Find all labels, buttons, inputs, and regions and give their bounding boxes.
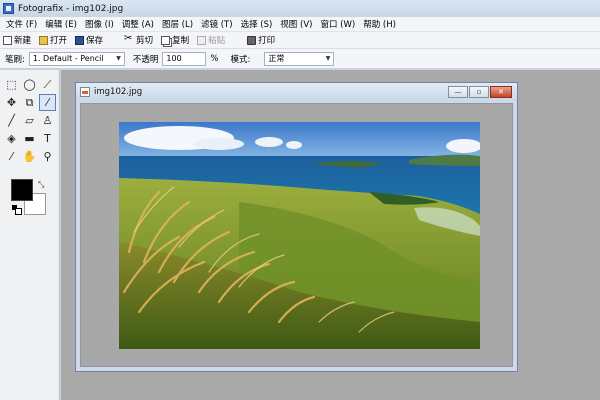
crop-icon: ⧉ <box>25 95 34 109</box>
opacity-value: 100 <box>166 54 182 63</box>
gradient-icon: ▬ <box>24 132 35 145</box>
blend-mode-select[interactable]: 正常 ▼ <box>264 51 335 66</box>
gradient-tool[interactable]: ▬ <box>21 130 38 147</box>
menu-image[interactable]: 图像 (I) <box>81 18 118 30</box>
cut-button[interactable]: 剪切 <box>124 33 154 47</box>
clipboard-icon <box>197 35 207 45</box>
print-button[interactable]: 打印 <box>247 34 275 46</box>
hand-icon: ✋ <box>22 150 37 163</box>
brush-icon: ╱ <box>8 114 15 127</box>
clone-stamp-tool[interactable]: ♙ <box>39 112 56 129</box>
copy-button-label: 复制 <box>172 36 190 46</box>
default-colors-icon[interactable] <box>12 205 22 215</box>
zoom-icon: ⚲ <box>43 150 52 163</box>
maximize-icon: ▫ <box>476 88 482 96</box>
tool-palette: ⬚ ◯ ⟋ ✥ ⧉ ⁄ ╱ ▱ ♙ ◈ ▬ T ⁄ ✋ ⚲ <box>0 70 60 400</box>
chevron-down-icon: ▼ <box>116 55 121 62</box>
blend-mode-value: 正常 <box>268 54 285 63</box>
swap-colors-icon[interactable]: ⤡ <box>38 180 44 190</box>
menu-filter[interactable]: 滤镜 (T) <box>197 18 237 30</box>
new-file-icon <box>3 35 12 45</box>
document-title-bar[interactable]: img102.jpg — ▫ ✕ <box>76 83 517 101</box>
line-tool[interactable]: ⟋ <box>39 76 56 93</box>
menu-window[interactable]: 窗口 (W) <box>316 18 359 30</box>
line-icon: ⟋ <box>43 77 52 91</box>
eyedropper-tool[interactable]: ⁄ <box>3 148 20 165</box>
window-controls: — ▫ ✕ <box>447 86 512 98</box>
menu-adjust[interactable]: 调整 (A) <box>118 18 158 30</box>
paste-button[interactable]: 粘贴 <box>197 34 225 46</box>
print-button-label: 打印 <box>258 36 276 46</box>
app-logo-icon <box>3 3 14 14</box>
printer-icon <box>247 35 257 45</box>
maximize-button[interactable]: ▫ <box>469 86 489 98</box>
rect-select-icon: ⬚ <box>6 78 17 91</box>
image-canvas[interactable] <box>119 122 480 349</box>
magic-wand-tool[interactable]: ⁄ <box>39 94 56 111</box>
ellipse-select-tool[interactable]: ◯ <box>21 76 38 93</box>
app-title: Fotografix - img102.jpg <box>18 3 124 14</box>
menu-select[interactable]: 选择 (S) <box>237 18 277 30</box>
menu-file[interactable]: 文件 (F) <box>2 18 41 30</box>
minimize-icon: — <box>454 88 462 96</box>
save-button-label: 保存 <box>86 36 104 46</box>
menu-layer[interactable]: 图层 (L) <box>158 18 197 30</box>
move-tool[interactable]: ✥ <box>3 94 20 111</box>
brush-select[interactable]: 1. Default - Pencil ▼ <box>28 51 125 66</box>
brush-select-value: 1. Default - Pencil <box>32 54 104 63</box>
opacity-label: 不透明 <box>132 54 159 65</box>
rect-select-tool[interactable]: ⬚ <box>3 76 20 93</box>
crop-tool[interactable]: ⧉ <box>21 94 38 111</box>
open-button[interactable]: 打开 <box>39 34 67 46</box>
zoom-tool[interactable]: ⚲ <box>39 148 56 165</box>
close-icon: ✕ <box>498 88 504 96</box>
landscape-photo <box>119 122 480 349</box>
menu-view[interactable]: 视图 (V) <box>276 18 316 30</box>
tools-grid: ⬚ ◯ ⟋ ✥ ⧉ ⁄ ╱ ▱ ♙ ◈ ▬ T ⁄ ✋ ⚲ <box>3 76 57 166</box>
new-button[interactable]: 新建 <box>3 34 31 46</box>
document-window: img102.jpg — ▫ ✕ <box>75 82 518 372</box>
brush-label: 笔刷: <box>5 54 25 65</box>
copy-icon <box>161 35 171 45</box>
document-title: img102.jpg <box>94 87 143 97</box>
hand-tool[interactable]: ✋ <box>21 148 38 165</box>
paste-button-label: 粘贴 <box>208 36 226 46</box>
minimize-button[interactable]: — <box>448 86 468 98</box>
image-file-icon <box>80 87 90 97</box>
copy-button[interactable]: 复制 <box>161 34 189 46</box>
menu-help[interactable]: 帮助 (H) <box>359 18 400 30</box>
floppy-disk-icon <box>75 35 85 45</box>
clone-stamp-icon: ♙ <box>42 114 53 127</box>
app-title-bar: Fotografix - img102.jpg <box>0 0 600 17</box>
new-button-label: 新建 <box>14 36 32 46</box>
chevron-down-icon: ▼ <box>325 55 331 62</box>
text-tool[interactable]: T <box>39 130 56 147</box>
scissors-icon <box>124 33 134 45</box>
save-button[interactable]: 保存 <box>75 34 103 46</box>
cut-button-label: 剪切 <box>136 36 154 46</box>
folder-icon <box>39 35 49 45</box>
open-button-label: 打开 <box>50 36 68 46</box>
menu-edit[interactable]: 编辑 (E) <box>41 18 81 30</box>
eyedropper-icon: ⁄ <box>10 150 13 163</box>
magic-wand-icon: ⁄ <box>46 96 49 109</box>
move-icon: ✥ <box>6 96 17 109</box>
close-button[interactable]: ✕ <box>490 86 512 98</box>
tool-options-bar: 笔刷: 1. Default - Pencil ▼ 不透明 100 % 模式: … <box>0 49 600 69</box>
percent-sign: % <box>210 53 219 64</box>
mode-label: 模式: <box>230 54 251 65</box>
opacity-input[interactable]: 100 <box>162 51 207 66</box>
eraser-tool[interactable]: ▱ <box>21 112 38 129</box>
main-toolbar: 新建 打开 保存 剪切 复制 粘贴 打印 <box>0 32 600 49</box>
paint-bucket-tool[interactable]: ◈ <box>3 130 20 147</box>
ellipse-select-icon: ◯ <box>23 78 36 91</box>
menu-bar: 文件 (F) 编辑 (E) 图像 (I) 调整 (A) 图层 (L) 滤镜 (T… <box>0 17 600 32</box>
paint-bucket-icon: ◈ <box>7 132 16 145</box>
foreground-color-swatch[interactable] <box>11 179 33 201</box>
document-canvas-area <box>80 103 513 367</box>
eraser-icon: ▱ <box>25 114 34 127</box>
brush-tool[interactable]: ╱ <box>3 112 20 129</box>
text-icon: T <box>44 132 51 145</box>
